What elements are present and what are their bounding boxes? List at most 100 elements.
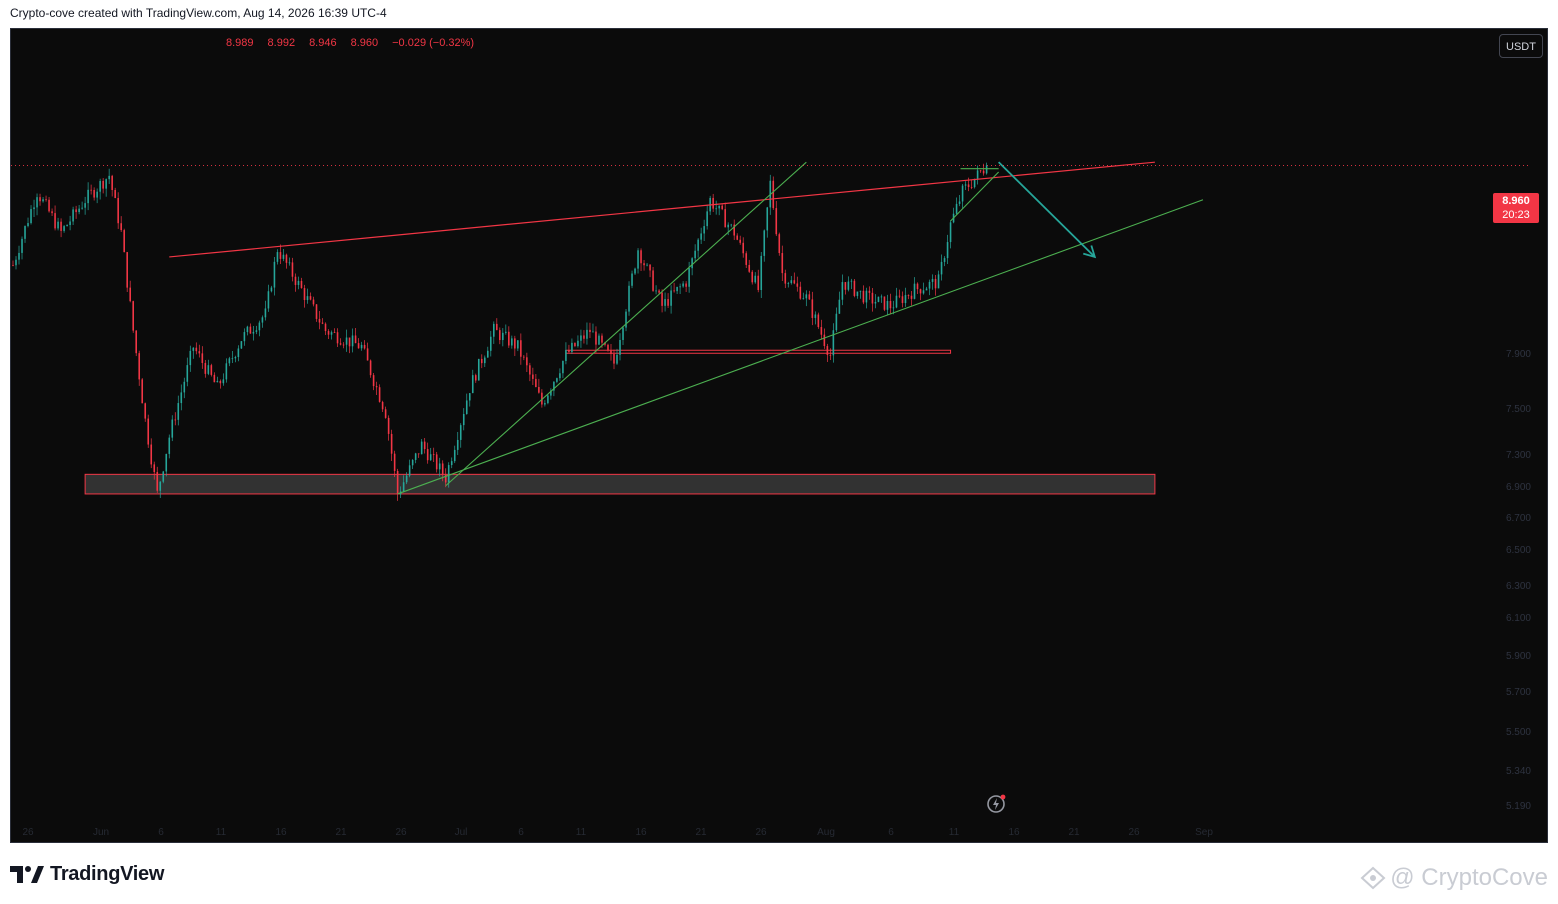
candle-body: [655, 290, 657, 292]
x-axis-tick: 6: [158, 827, 164, 838]
candle-body: [240, 341, 243, 349]
candle-body: [739, 239, 742, 243]
snapshot-lightning-icon[interactable]: [986, 792, 1008, 814]
candle-body: [24, 226, 26, 239]
candle-body: [447, 465, 450, 483]
candle-body: [901, 296, 904, 304]
candle-body: [147, 418, 150, 445]
candle-body: [285, 254, 288, 263]
x-axis-tick: 11: [949, 827, 960, 838]
candle-body: [93, 189, 95, 198]
candle-body: [138, 353, 141, 380]
candle-body: [336, 332, 339, 344]
candle-body: [105, 179, 107, 189]
candle-body: [210, 365, 213, 375]
candle-body: [291, 262, 294, 277]
candle-body: [676, 286, 678, 292]
candle-body: [871, 292, 874, 304]
y-axis-tick: 7.500: [1506, 404, 1531, 415]
chart-attribution: Crypto-cove created with TradingView.com…: [10, 6, 387, 20]
candle-body: [51, 211, 53, 214]
candle-body: [477, 358, 480, 381]
candle-body: [372, 375, 375, 387]
candle-body: [324, 323, 327, 332]
candle-body: [393, 453, 396, 471]
y-axis-tick: 6.900: [1506, 482, 1531, 493]
candle-body: [505, 331, 507, 333]
candle-body: [598, 335, 600, 345]
candle-body: [493, 323, 495, 337]
candle-body: [583, 335, 585, 339]
candle-body: [511, 338, 513, 346]
candle-body: [856, 291, 859, 296]
candle-body: [934, 278, 937, 289]
candle-body: [75, 209, 77, 213]
candle-body: [195, 347, 198, 352]
candle-body: [87, 189, 89, 204]
candle-body: [327, 331, 330, 335]
tradingview-wordmark: TradingView: [50, 862, 165, 885]
y-axis-tick: 6.700: [1506, 513, 1531, 524]
candle-body: [820, 327, 823, 335]
candle-body: [423, 441, 426, 450]
price-chart[interactable]: 7.900 7.500 7.300 6.900 6.700 6.500 6.300 6.100…: [11, 29, 1548, 843]
candle-body: [180, 392, 183, 404]
candle-body: [225, 363, 228, 380]
candle-body: [348, 337, 351, 347]
candle-body: [688, 268, 690, 287]
candle-body: [607, 344, 609, 351]
candle-body: [913, 283, 916, 299]
candle-body: [270, 287, 273, 292]
candle-body: [381, 401, 384, 410]
candle-body: [880, 296, 883, 298]
candle-body: [616, 354, 618, 364]
candle-body: [54, 213, 56, 229]
candle-body: [330, 332, 333, 335]
candle-body: [366, 348, 369, 361]
candle-body: [183, 381, 186, 393]
candle-body: [252, 331, 255, 334]
candle-body: [745, 253, 748, 265]
candle-body: [216, 380, 219, 383]
candle-body: [174, 419, 177, 421]
support-zone-box[interactable]: [84, 473, 1156, 495]
candle-body: [958, 201, 961, 204]
candle-body: [796, 283, 799, 287]
candle-body: [171, 419, 174, 438]
tradingview-branding[interactable]: TradingView: [10, 862, 164, 886]
ohlc-low: 8.946: [309, 37, 337, 49]
y-axis-tick: 5.500: [1506, 727, 1531, 738]
candle-body: [517, 340, 519, 349]
candle-body: [763, 230, 766, 256]
candle-body: [523, 356, 525, 358]
candle-body: [802, 298, 805, 300]
candle-body: [48, 199, 50, 212]
candle-body: [411, 459, 414, 466]
candle-body: [219, 380, 222, 384]
candle-body: [159, 481, 162, 491]
currency-unit-button[interactable]: USDT: [1499, 34, 1543, 58]
candle-body: [249, 326, 252, 334]
candle-body: [685, 283, 687, 287]
candle-body: [186, 365, 189, 382]
chart-panel[interactable]: 7.900 7.500 7.300 6.900 6.700 6.500 6.300 6.100…: [10, 28, 1548, 843]
candle-body: [309, 296, 312, 300]
candle-body: [907, 295, 910, 296]
candle-body: [318, 318, 321, 323]
candle-body: [817, 314, 820, 328]
candle-body: [312, 299, 315, 305]
candle-body: [823, 334, 826, 347]
candle-body: [192, 347, 195, 351]
candle-body: [886, 300, 889, 310]
candle-body: [78, 208, 80, 213]
x-axis-tick: Sep: [1195, 827, 1213, 838]
candle-body: [724, 209, 726, 228]
candle-body: [592, 331, 594, 333]
candle-body: [303, 288, 306, 301]
candle-body: [967, 184, 970, 188]
candle-body: [589, 329, 591, 333]
candle-body: [766, 207, 769, 231]
candle-body: [57, 221, 59, 229]
candle-body: [231, 358, 234, 360]
candle-body: [429, 454, 432, 461]
